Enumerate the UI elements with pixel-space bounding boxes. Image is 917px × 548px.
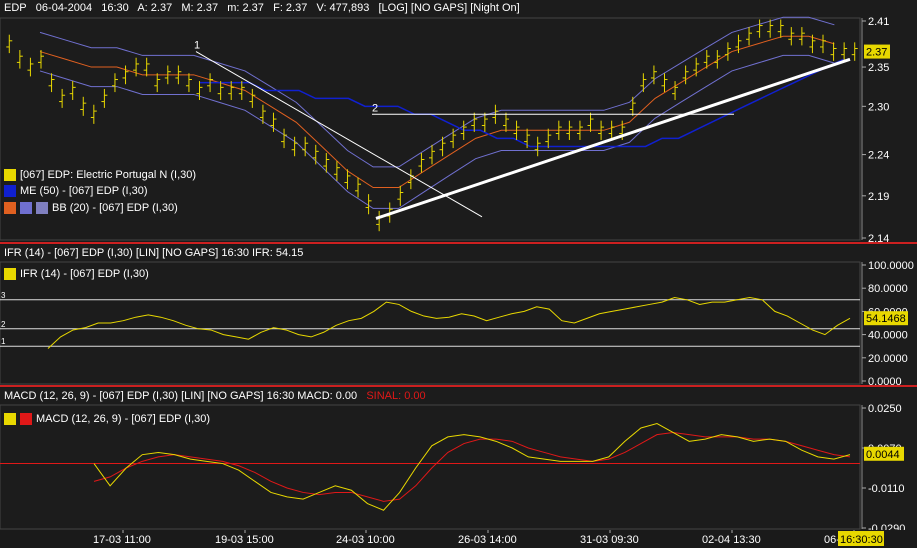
- legend-macd: MACD (12, 26, 9) - [067] EDP (I,30): [4, 413, 210, 425]
- last-price-tag: 2.37: [866, 47, 887, 59]
- x-axis: 17-03 11:00 19-03 15:00 24-03 10:00 26-03 1…: [93, 530, 884, 546]
- trendline-label-2: 2: [372, 102, 378, 114]
- price-ytick-label: 2.24: [868, 150, 889, 162]
- xtick-label: 19-03 15:00: [215, 534, 274, 546]
- pane-separator-1[interactable]: [0, 242, 917, 244]
- xtick-label: 17-03 11:00: [93, 534, 151, 546]
- trendline-label-1: 1: [194, 40, 200, 52]
- legend-edp: [067] EDP: Electric Portugal N (I,30): [4, 169, 196, 181]
- price-ytick-label: 2.19: [868, 191, 889, 203]
- rsi-ytick-label: 40.0000: [868, 330, 908, 342]
- macd-value-tag: 0.0044: [866, 449, 900, 461]
- legend-rsi: IFR (14) - [067] EDP (I,30): [4, 268, 149, 280]
- rsi-ytick-label: 100.0000: [868, 260, 914, 272]
- rsi-value-tag: 54.1468: [866, 313, 906, 325]
- legend-swatch-bb-mid: [4, 202, 16, 214]
- xtick-label: 02-04 13:30: [702, 534, 761, 546]
- legend-swatch-rsi: [4, 268, 16, 280]
- macd-pane[interactable]: MACD (12, 26, 9) - [067] EDP (I,30) [LIN…: [0, 388, 917, 530]
- price-pane[interactable]: EDP 06-04-2004 16:30 A: 2.37 M: 2.37 m: …: [0, 0, 917, 242]
- macd-ytick-label: -0.0290: [868, 523, 905, 530]
- rsi-level-label: 2: [1, 320, 6, 329]
- macd-ytick-label: -0.0110: [868, 483, 905, 495]
- rsi-chart[interactable]: 0.000020.000040.000060.000080.0000100.00…: [0, 245, 917, 385]
- current-time-tag: 16:30:30: [840, 534, 883, 546]
- legend-swatch-ma50: [4, 185, 16, 197]
- price-ytick-label: 2.14: [868, 233, 889, 242]
- legend-swatch-bb-lower: [36, 202, 48, 214]
- legend-bb: BB (20) - [067] EDP (I,30): [4, 202, 178, 214]
- rsi-ytick-label: 0.0000: [868, 376, 902, 385]
- pane-separator-2[interactable]: [0, 385, 917, 387]
- legend-swatch-signal: [20, 413, 32, 425]
- macd-chart[interactable]: -0.0290-0.01100.00700.02500.0044: [0, 388, 917, 530]
- legend-ma50: ME (50) - [067] EDP (I,30): [4, 185, 148, 197]
- rsi-ytick-label: 20.0000: [868, 353, 908, 365]
- rsi-pane[interactable]: IFR (14) - [067] EDP (I,30) [LIN] [NO GA…: [0, 245, 917, 385]
- macd-ytick-label: 0.0250: [868, 403, 902, 415]
- xtick-label: 26-03 14:00: [458, 534, 517, 546]
- price-ytick-label: 2.41: [868, 16, 889, 28]
- xtick-label: 31-03 09:30: [580, 534, 639, 546]
- legend-swatch-bb-upper: [20, 202, 32, 214]
- price-ytick-label: 2.30: [868, 101, 889, 113]
- rsi-ytick-label: 80.0000: [868, 283, 908, 295]
- rsi-plot-area: [0, 261, 861, 385]
- xtick-label: 24-03 10:00: [336, 534, 395, 546]
- rsi-level-label: 1: [1, 337, 6, 346]
- price-ytick-label: 2.35: [868, 62, 889, 74]
- legend-swatch-edp: [4, 169, 16, 181]
- legend-swatch-macd: [4, 413, 16, 425]
- rsi-level-label: 3: [1, 291, 6, 300]
